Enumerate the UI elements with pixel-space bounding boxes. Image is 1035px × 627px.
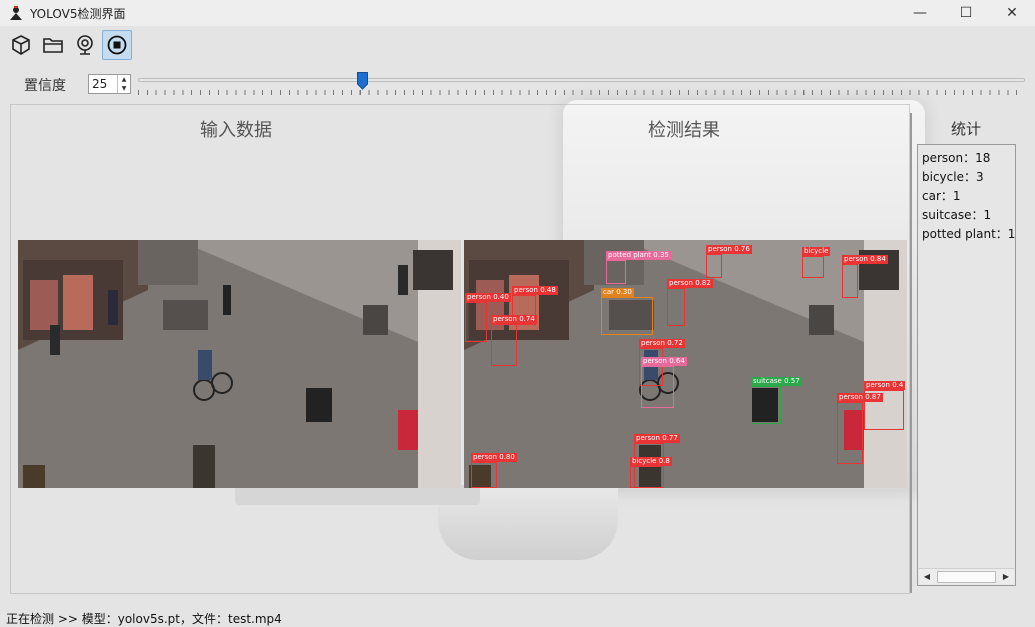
maximize-button[interactable]: ☐: [943, 0, 989, 26]
detection-label: bicycle 0.8: [630, 457, 672, 466]
stats-item: bicycle：3: [922, 170, 984, 184]
stop-icon: [107, 35, 127, 55]
stats-list-box[interactable]: person：18 bicycle：3 car：1 suitcase：1 pot…: [917, 144, 1016, 586]
detection-box: person 0.74: [491, 315, 537, 366]
confidence-spinbox[interactable]: 25 ▲ ▼: [88, 74, 131, 94]
detection-label: person 0.82: [667, 279, 713, 288]
detection-box: person 0.4: [864, 381, 906, 430]
stats-item: potted plant：1: [922, 227, 1016, 241]
stats-item: suitcase：1: [922, 208, 992, 222]
detection-label: potted plant 0.35: [606, 251, 671, 260]
detection-box: person 0.64: [641, 357, 687, 408]
detection-label: person 0.84: [842, 255, 888, 264]
result-video-frame: person 0.40 person 0.74 person 0.48 pers…: [464, 240, 907, 488]
detection-label: person 0.76: [706, 245, 752, 254]
app-icon: [10, 6, 22, 20]
slider-ticks: [138, 90, 1025, 95]
detection-label: person 0.4: [864, 381, 906, 390]
open-camera-button[interactable]: [70, 30, 100, 60]
detection-label: car 0.30: [601, 288, 634, 297]
status-bar-text: 正在检测 >> 模型：yolov5s.pt，文件：test.mp4: [6, 612, 282, 626]
webcam-icon: [77, 35, 93, 55]
stats-title: 统计: [951, 120, 982, 138]
minimize-button[interactable]: —: [897, 0, 943, 26]
scroll-right-icon[interactable]: ▶: [998, 569, 1014, 585]
street-scene-image: [18, 240, 461, 488]
confidence-spinbox-value[interactable]: 25: [89, 75, 117, 93]
stop-detection-button[interactable]: [102, 30, 132, 60]
close-button[interactable]: ✕: [989, 0, 1035, 26]
input-video-frame: [18, 240, 461, 488]
model-cube-icon: [12, 35, 30, 55]
title-bar: YOLOV5检测界面 — ☐ ✕: [0, 0, 1035, 26]
confidence-label: 置信度: [24, 78, 66, 94]
detection-box: person 0.82: [667, 279, 713, 326]
stats-item: car：1: [922, 189, 961, 203]
stats-horizontal-scrollbar[interactable]: ◀ ▶: [919, 568, 1014, 584]
slider-groove: [138, 78, 1025, 82]
detection-box: person 0.80: [471, 453, 517, 488]
folder-open-icon: [43, 38, 63, 53]
select-model-button[interactable]: [6, 30, 36, 60]
detection-box: person 0.48: [512, 286, 558, 325]
detection-box: potted plant 0.35: [606, 251, 671, 284]
detection-box: person 0.40: [465, 293, 511, 342]
spin-down-icon[interactable]: ▼: [118, 84, 130, 93]
detection-box: person 0.87: [837, 393, 883, 464]
detection-label: person 0.64: [641, 357, 687, 366]
detection-label: person 0.48: [512, 286, 558, 295]
detection-label: person 0.80: [471, 453, 517, 462]
detection-label: person 0.77: [634, 434, 680, 443]
result-panel-title: 检测结果: [648, 120, 720, 141]
detection-label: suitcase 0.57: [751, 377, 802, 386]
confidence-slider[interactable]: [138, 72, 1025, 98]
detection-label: person 0.72: [639, 339, 685, 348]
detection-box: suitcase 0.57: [751, 377, 802, 424]
toolbar: [6, 30, 132, 62]
detection-box: person 0.76: [706, 245, 752, 278]
stats-divider: [910, 113, 912, 593]
detection-label: person 0.40: [465, 293, 511, 302]
stats-item: person：18: [922, 151, 991, 165]
open-file-button[interactable]: [38, 30, 68, 60]
detection-box: person 0.84: [842, 255, 888, 298]
input-panel-title: 输入数据: [200, 120, 272, 141]
detection-label: bicycle: [802, 247, 831, 256]
scroll-left-icon[interactable]: ◀: [919, 569, 935, 585]
detection-box: car 0.30: [601, 288, 653, 335]
detection-box: bicycle: [802, 247, 831, 278]
slider-handle[interactable]: [357, 72, 368, 90]
detection-box: bicycle 0.8: [630, 457, 672, 488]
window-title: YOLOV5检测界面: [30, 6, 126, 21]
spin-up-icon[interactable]: ▲: [118, 75, 130, 84]
scroll-thumb[interactable]: [937, 570, 996, 583]
